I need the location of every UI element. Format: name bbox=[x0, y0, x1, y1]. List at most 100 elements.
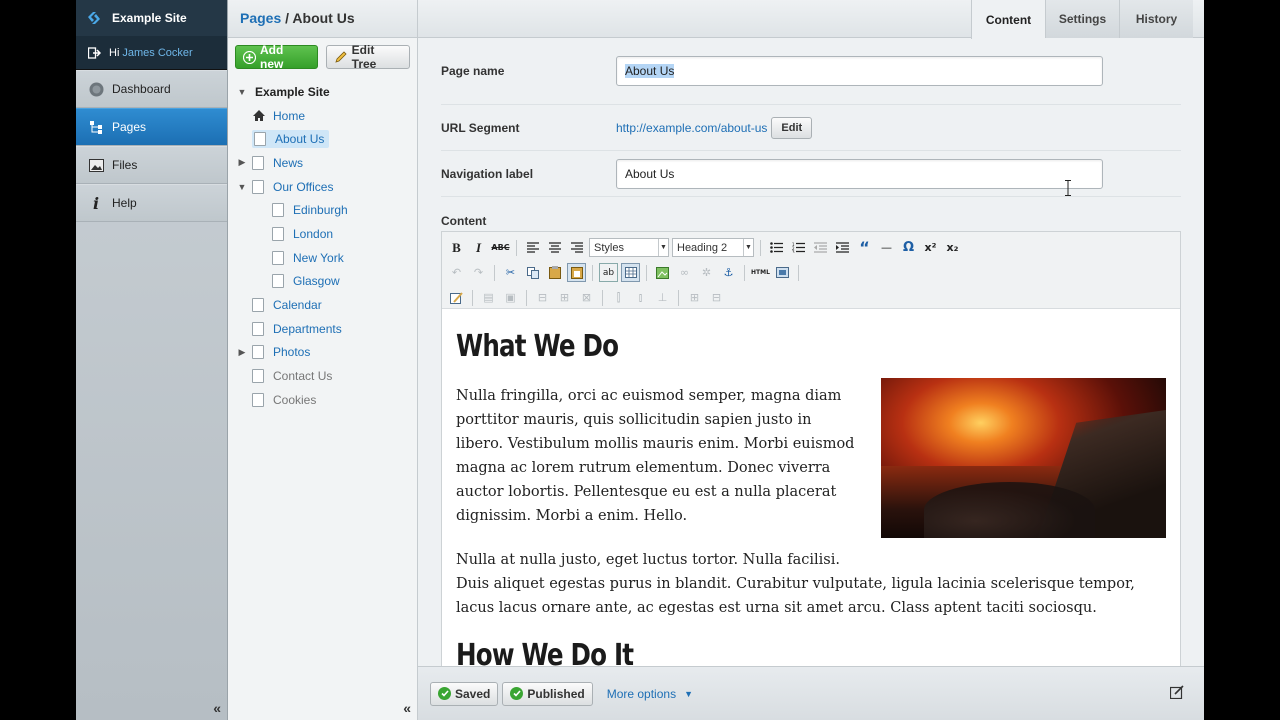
insert-col-after-icon[interactable]: ⫾ bbox=[631, 288, 650, 307]
collapsed-arrow-icon[interactable]: ▶ bbox=[236, 347, 248, 358]
delete-row-icon[interactable]: ⊠ bbox=[577, 288, 596, 307]
delete-col-icon[interactable]: ⊥ bbox=[653, 288, 672, 307]
insert-link-icon[interactable]: ∞ bbox=[675, 263, 694, 282]
expanded-arrow-icon[interactable]: ▼ bbox=[236, 87, 248, 97]
tree-item-label[interactable]: Photos bbox=[270, 344, 313, 360]
collapse-menu-button[interactable]: « bbox=[213, 700, 221, 716]
merge-cells-icon[interactable]: ⊟ bbox=[707, 288, 726, 307]
url-edit-button[interactable]: Edit bbox=[771, 116, 813, 139]
user-bar[interactable]: Hi James Cocker bbox=[76, 36, 227, 70]
horizontal-rule-icon[interactable]: — bbox=[877, 238, 896, 257]
tab-content[interactable]: Content bbox=[971, 0, 1045, 39]
tree-root-label[interactable]: Example Site bbox=[252, 84, 333, 100]
breadcrumb-pages-link[interactable]: Pages bbox=[240, 10, 281, 26]
tree-item-contact-us[interactable]: Contact Us bbox=[236, 364, 417, 388]
tree-item-our-offices[interactable]: ▼ Our Offices bbox=[236, 175, 417, 199]
tree-item-news[interactable]: ▶ News bbox=[236, 151, 417, 175]
tree-item-home[interactable]: Home bbox=[236, 104, 417, 128]
tree-item-label[interactable]: Glasgow bbox=[290, 273, 343, 289]
url-segment-link[interactable]: http://example.com/about-us bbox=[616, 121, 767, 135]
tree-item-label[interactable]: Contact Us bbox=[270, 368, 335, 384]
sunset-image[interactable] bbox=[881, 378, 1166, 538]
spellcheck-icon[interactable] bbox=[447, 288, 466, 307]
paste-text-icon[interactable] bbox=[567, 263, 586, 282]
tree-item-label[interactable]: London bbox=[290, 226, 336, 242]
menu-item-files[interactable]: Files bbox=[76, 146, 227, 184]
edit-tree-button[interactable]: Edit Tree bbox=[325, 43, 410, 71]
insert-row-after-icon[interactable]: ⊞ bbox=[555, 288, 574, 307]
insert-col-before-icon[interactable]: ⫿ bbox=[609, 288, 628, 307]
table-cell-props-icon[interactable]: ▣ bbox=[501, 288, 520, 307]
table-row-props-icon[interactable]: ▤ bbox=[479, 288, 498, 307]
tree-item-london[interactable]: London bbox=[236, 222, 417, 246]
paste-icon[interactable] bbox=[545, 263, 564, 282]
subscript-icon[interactable]: x₂ bbox=[943, 238, 962, 257]
numbered-list-icon[interactable]: 123 bbox=[789, 238, 808, 257]
tree-item-new-york[interactable]: New York bbox=[236, 246, 417, 270]
tree-item-label[interactable]: News bbox=[270, 155, 306, 171]
published-button[interactable]: Published bbox=[502, 681, 593, 706]
preview-edit-icon[interactable] bbox=[1169, 685, 1184, 702]
brand[interactable]: Example Site bbox=[76, 0, 227, 36]
tree-item-calendar[interactable]: Calendar bbox=[236, 293, 417, 317]
bullet-list-icon[interactable] bbox=[767, 238, 786, 257]
tree-item-label[interactable]: Home bbox=[270, 108, 308, 124]
find-replace-icon[interactable]: ab bbox=[599, 263, 618, 282]
page-name-input[interactable]: About Us bbox=[616, 56, 1103, 86]
redo-icon[interactable]: ↷ bbox=[469, 263, 488, 282]
fullscreen-icon[interactable] bbox=[773, 263, 792, 282]
tree-item-edinburgh[interactable]: Edinburgh bbox=[236, 198, 417, 222]
paragraph-2[interactable]: Nulla at nulla justo, eget luctus tortor… bbox=[456, 548, 1166, 620]
editor-content[interactable]: What We Do Nulla fringilla, orci ac euis… bbox=[442, 309, 1180, 670]
tree-item-cookies[interactable]: Cookies bbox=[236, 388, 417, 412]
tree-item-label[interactable]: Departments bbox=[270, 321, 345, 337]
align-right-icon[interactable] bbox=[567, 238, 586, 257]
heading-what-we-do[interactable]: What We Do bbox=[456, 329, 1038, 364]
add-new-button[interactable]: Add new bbox=[235, 43, 318, 71]
menu-item-pages[interactable]: Pages bbox=[76, 108, 227, 146]
format-select[interactable]: Heading 2 ▼ bbox=[672, 238, 754, 257]
saved-button[interactable]: Saved bbox=[430, 681, 499, 706]
copy-icon[interactable] bbox=[523, 263, 542, 282]
user-name[interactable]: James Cocker bbox=[122, 47, 192, 59]
logout-icon[interactable] bbox=[88, 46, 101, 59]
outdent-icon[interactable] bbox=[811, 238, 830, 257]
tree-item-label[interactable]: About Us bbox=[272, 131, 327, 147]
tab-history[interactable]: History bbox=[1119, 0, 1193, 38]
unlink-icon[interactable]: ✲ bbox=[697, 263, 716, 282]
collapsed-arrow-icon[interactable]: ▶ bbox=[236, 157, 248, 168]
insert-row-before-icon[interactable]: ⊟ bbox=[533, 288, 552, 307]
insert-media-icon[interactable] bbox=[653, 263, 672, 282]
special-character-icon[interactable]: Ω bbox=[899, 238, 918, 257]
blockquote-icon[interactable]: “ bbox=[855, 238, 874, 257]
indent-icon[interactable] bbox=[833, 238, 852, 257]
anchor-icon[interactable]: ⚓ bbox=[719, 263, 738, 282]
menu-item-help[interactable]: i Help bbox=[76, 184, 227, 222]
html-source-icon[interactable]: HTML bbox=[751, 263, 770, 282]
tree-item-label[interactable]: New York bbox=[290, 250, 347, 266]
split-cells-icon[interactable]: ⊞ bbox=[685, 288, 704, 307]
align-center-icon[interactable] bbox=[545, 238, 564, 257]
tree-item-photos[interactable]: ▶ Photos bbox=[236, 341, 417, 365]
tree-item-label[interactable]: Cookies bbox=[270, 392, 319, 408]
tree-item-glasgow[interactable]: Glasgow bbox=[236, 270, 417, 294]
tree-root[interactable]: ▼ Example Site bbox=[236, 80, 417, 104]
nav-label-input[interactable]: About Us bbox=[616, 158, 1103, 189]
expanded-arrow-icon[interactable]: ▼ bbox=[236, 182, 248, 192]
menu-item-dashboard[interactable]: Dashboard bbox=[76, 70, 227, 108]
collapse-tree-button[interactable]: « bbox=[403, 700, 411, 716]
styles-select[interactable]: Styles ▼ bbox=[589, 238, 669, 257]
undo-icon[interactable]: ↶ bbox=[447, 263, 466, 282]
superscript-icon[interactable]: x² bbox=[921, 238, 940, 257]
bold-button[interactable]: B bbox=[447, 238, 466, 257]
tab-settings[interactable]: Settings bbox=[1045, 0, 1119, 38]
tree-item-label[interactable]: Edinburgh bbox=[290, 202, 351, 218]
cut-icon[interactable]: ✂ bbox=[501, 263, 520, 282]
tree-item-label[interactable]: Our Offices bbox=[270, 179, 336, 195]
tree-item-departments[interactable]: Departments bbox=[236, 317, 417, 341]
more-options-dropdown[interactable]: More options ▼ bbox=[607, 687, 693, 701]
table-icon[interactable] bbox=[621, 263, 640, 282]
tree-item-label[interactable]: Calendar bbox=[270, 297, 325, 313]
italic-button[interactable]: I bbox=[469, 238, 488, 257]
tree-item-about-us[interactable]: About Us bbox=[236, 127, 417, 151]
